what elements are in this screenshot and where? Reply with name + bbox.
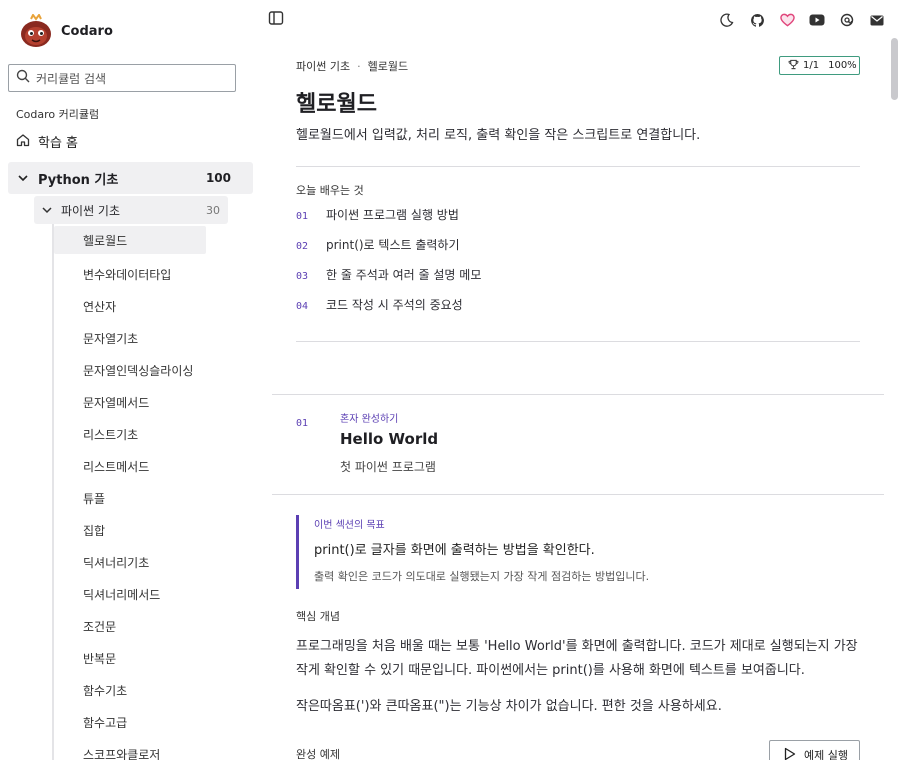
section-number: 01 — [296, 418, 309, 429]
objective-text: 한 줄 주석과 여러 줄 설명 메모 — [326, 268, 482, 282]
sidebar-lesson-item[interactable]: 연산자 — [54, 290, 206, 322]
page-title: 헬로월드 — [296, 92, 377, 117]
sidebar-group-count: 100 — [205, 171, 231, 185]
divider — [272, 494, 884, 495]
sidebar-lesson-item[interactable]: 스코프와클로저 — [54, 738, 206, 760]
objective-text: 파이썬 프로그램 실행 방법 — [326, 208, 459, 222]
curriculum-search-input[interactable]: 커리큘럼 검색 — [8, 64, 236, 92]
breadcrumb-parent[interactable]: 파이썬 기초 — [296, 60, 350, 73]
section-goal-callout: 이번 섹션의 목표 print()로 글자를 화면에 출력하는 방법을 확인한다… — [296, 515, 860, 589]
divider — [296, 166, 860, 167]
sidebar-lesson-item[interactable]: 딕셔너리메서드 — [54, 578, 206, 610]
chevron-down-icon — [18, 171, 28, 186]
sidebar-lesson-item[interactable]: 리스트메서드 — [54, 450, 206, 482]
run-example-button[interactable]: 예제 실행 — [769, 740, 860, 760]
sidebar-lesson-item[interactable]: 집합 — [54, 514, 206, 546]
section-subtitle: 첫 파이썬 프로그램 — [340, 460, 436, 474]
goal-sub: 출력 확인은 코드가 의도대로 실행됐는지 가장 작게 점검하는 방법입니다. — [314, 570, 650, 583]
brand[interactable]: Codaro — [20, 13, 113, 48]
lesson-list: 헬로월드 변수와데이터타입 연산자 문자열기초 문자열인덱싱슬라이싱 문자열메서… — [54, 226, 206, 760]
brand-name: Codaro — [61, 23, 113, 39]
sidebar-lesson-item[interactable]: 딕셔너리기초 — [54, 546, 206, 578]
objectives-title: 오늘 배우는 것 — [296, 184, 364, 197]
search-icon — [16, 69, 30, 87]
sidebar-lesson-item[interactable]: 헬로월드 — [54, 226, 206, 254]
search-placeholder: 커리큘럼 검색 — [36, 71, 107, 86]
objective-text: print()로 텍스트 출력하기 — [326, 238, 460, 252]
objective-number: 04 — [296, 301, 309, 312]
objective-item: 02 print()로 텍스트 출력하기 — [296, 236, 460, 253]
progress-badge: 1/1 100% — [779, 56, 860, 75]
sidebar-subgroup-python-basics[interactable]: 파이썬 기초 30 — [34, 196, 228, 224]
sidebar: Codaro 커리큘럼 검색 Codaro 커리큘럼 학습 홈 Python 기… — [0, 0, 256, 760]
objective-number: 02 — [296, 241, 309, 252]
divider — [272, 394, 884, 395]
codaro-logo — [20, 13, 52, 48]
progress-percent: 100% — [828, 60, 857, 71]
section-title: Hello World — [340, 430, 439, 448]
sidebar-subgroup-label: 파이썬 기초 — [61, 203, 121, 218]
objective-item: 04 코드 작성 시 주석의 중요성 — [296, 296, 463, 313]
breadcrumb-separator: · — [357, 60, 361, 73]
sidebar-item-home[interactable]: 학습 홈 — [16, 132, 78, 151]
sidebar-item-home-label: 학습 홈 — [38, 136, 79, 151]
sidebar-group-python-basics[interactable]: Python 기초 100 — [8, 162, 253, 194]
objective-number: 03 — [296, 271, 309, 282]
section-kicker: 혼자 완성하기 — [340, 414, 399, 425]
core-paragraph: 작은따옴표(')와 큰따옴표(")는 기능상 차이가 없습니다. 편한 것을 사… — [296, 699, 722, 714]
progress-count: 1/1 — [803, 60, 820, 71]
sidebar-lesson-item[interactable]: 조건문 — [54, 610, 206, 642]
scrollbar-thumb[interactable] — [891, 38, 898, 100]
core-paragraph: 프로그래밍을 처음 배울 때는 보통 'Hello World'를 화면에 출력… — [296, 639, 858, 678]
sidebar-lesson-item[interactable]: 함수고급 — [54, 706, 206, 738]
sidebar-lesson-item[interactable]: 함수기초 — [54, 674, 206, 706]
home-icon — [16, 133, 30, 151]
sidebar-lesson-item[interactable]: 문자열기초 — [54, 322, 206, 354]
sidebar-lesson-item[interactable]: 변수와데이터타입 — [54, 258, 206, 290]
sidebar-lesson-item[interactable]: 문자열인덱싱슬라이싱 — [54, 354, 206, 386]
objective-item: 01 파이썬 프로그램 실행 방법 — [296, 206, 459, 223]
play-icon — [784, 747, 796, 760]
breadcrumb-current: 헬로월드 — [367, 60, 409, 73]
curriculum-title: Codaro 커리큘럼 — [16, 108, 100, 121]
run-example-label: 예제 실행 — [804, 749, 848, 760]
core-concept-title: 핵심 개념 — [296, 610, 340, 623]
chevron-down-icon — [42, 203, 52, 218]
goal-label: 이번 섹션의 목표 — [314, 520, 385, 531]
divider — [296, 341, 860, 342]
main-content: 파이썬 기초 · 헬로월드 1/1 100% 헬로월드 헬로월드에서 입력값, 처리… — [272, 0, 884, 760]
breadcrumb: 파이썬 기초 · 헬로월드 — [296, 58, 408, 74]
goal-main: print()로 글자를 화면에 출력하는 방법을 확인한다. — [314, 543, 595, 558]
objective-text: 코드 작성 시 주석의 중요성 — [326, 298, 463, 312]
sidebar-lesson-item[interactable]: 리스트기초 — [54, 418, 206, 450]
example-title: 완성 예제 — [296, 748, 340, 760]
sidebar-lesson-item[interactable]: 튜플 — [54, 482, 206, 514]
trophy-icon — [788, 59, 799, 73]
sidebar-subgroup-count: 30 — [206, 203, 220, 217]
sidebar-lesson-item[interactable]: 문자열메서드 — [54, 386, 206, 418]
lesson-lead: 헬로월드에서 입력값, 처리 로직, 출력 확인을 작은 스크립트로 연결합니다… — [296, 128, 701, 143]
objective-item: 03 한 줄 주석과 여러 줄 설명 메모 — [296, 266, 481, 283]
objective-number: 01 — [296, 211, 309, 222]
sidebar-lesson-item[interactable]: 반복문 — [54, 642, 206, 674]
sidebar-group-label: Python 기초 — [38, 172, 119, 188]
